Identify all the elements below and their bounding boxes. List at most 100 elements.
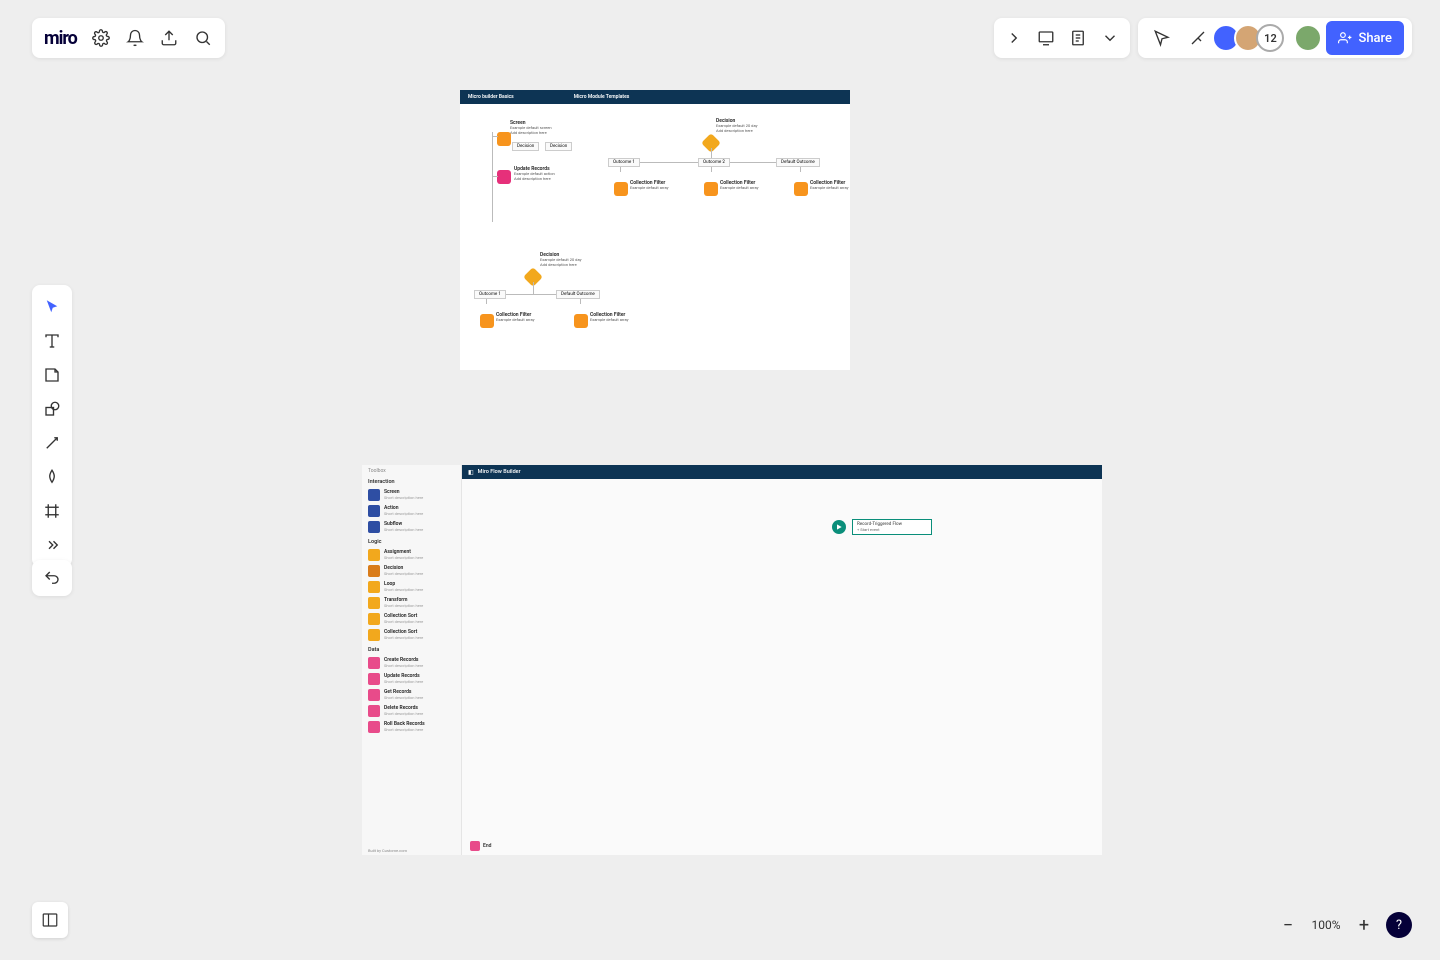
screen-icon[interactable] bbox=[497, 132, 511, 146]
sb-item[interactable]: SubflowShort description here bbox=[362, 519, 461, 535]
help-button[interactable]: ? bbox=[1386, 912, 1412, 938]
loop-icon bbox=[368, 581, 380, 593]
sidebar-cat: Interaction bbox=[362, 475, 461, 487]
outcome-chip[interactable]: Default Outcome bbox=[556, 290, 600, 299]
node-sub: Example default array bbox=[590, 318, 629, 323]
filter-icon[interactable] bbox=[704, 182, 718, 196]
filter-icon[interactable] bbox=[794, 182, 808, 196]
transform-icon bbox=[368, 597, 380, 609]
sb-item[interactable]: TransformShort description here bbox=[362, 595, 461, 611]
node-sub: Add description here bbox=[716, 129, 757, 134]
bottom-right: − 100% + ? bbox=[1276, 912, 1412, 938]
end-label: End bbox=[483, 843, 491, 849]
node-sub: Add description here bbox=[514, 177, 555, 182]
sort-icon bbox=[368, 629, 380, 641]
rollback-icon bbox=[368, 721, 380, 733]
zoom-group: − 100% + bbox=[1276, 913, 1376, 937]
decision-chip[interactable]: Decision bbox=[545, 142, 572, 151]
builder-canvas[interactable]: Record-Triggered Flow + Start event End bbox=[462, 479, 1102, 855]
get-icon bbox=[368, 689, 380, 701]
frame1-header: Micro builder Basics Micro Module Templa… bbox=[460, 90, 850, 104]
decision-chip[interactable]: Decision bbox=[512, 142, 539, 151]
node[interactable]: Collection FilterExample default array bbox=[720, 180, 759, 191]
filter-icon[interactable] bbox=[574, 314, 588, 328]
node[interactable]: Collection FilterExample default array bbox=[590, 312, 629, 323]
screen-icon bbox=[368, 489, 380, 501]
decision-icon bbox=[368, 565, 380, 577]
outcome-chip[interactable]: Outcome 2 bbox=[698, 158, 730, 167]
zoom-out-button[interactable]: − bbox=[1276, 913, 1300, 937]
connector bbox=[533, 282, 534, 294]
sb-sub: Short description here bbox=[384, 695, 423, 700]
delete-icon bbox=[368, 705, 380, 717]
sidebar-cat: Logic bbox=[362, 535, 461, 547]
sb-sub: Short description here bbox=[384, 527, 423, 532]
connector bbox=[492, 136, 498, 137]
sidebar-footer: Built by Custome.com bbox=[368, 848, 407, 853]
outcome-chip[interactable]: Outcome 1 bbox=[608, 158, 640, 167]
zoom-label[interactable]: 100% bbox=[1308, 918, 1344, 932]
panel-toggle[interactable] bbox=[32, 902, 68, 938]
node-sub: Example default array bbox=[720, 186, 759, 191]
sb-sub: Short description here bbox=[384, 635, 423, 640]
sb-sub: Short description here bbox=[384, 571, 423, 576]
node[interactable]: Decision Example default 20 day Add desc… bbox=[540, 252, 581, 268]
sb-item[interactable]: AssignmentShort description here bbox=[362, 547, 461, 563]
assignment-icon bbox=[368, 549, 380, 561]
sidebar-head: Toolbox bbox=[362, 465, 461, 475]
node[interactable]: Screen Example default screen Add descri… bbox=[510, 120, 552, 136]
node-sub: Add description here bbox=[510, 131, 552, 136]
filter-icon[interactable] bbox=[480, 314, 494, 328]
outcome-chip[interactable]: Outcome 1 bbox=[474, 290, 506, 299]
sb-sub: Short description here bbox=[384, 619, 423, 624]
frame-flow-builder[interactable]: Toolbox Interaction ScreenShort descript… bbox=[362, 465, 1102, 855]
sb-item[interactable]: Create RecordsShort description here bbox=[362, 655, 461, 671]
sb-item[interactable]: Delete RecordsShort description here bbox=[362, 703, 461, 719]
update-records-icon[interactable] bbox=[497, 170, 511, 184]
sidebar-cat: Data bbox=[362, 643, 461, 655]
sb-item[interactable]: Roll Back RecordsShort description here bbox=[362, 719, 461, 735]
sb-item[interactable]: Get RecordsShort description here bbox=[362, 687, 461, 703]
frame1-title-right: Micro Module Templates bbox=[574, 94, 630, 100]
sb-item[interactable]: Collection SortShort description here bbox=[362, 627, 461, 643]
sb-item[interactable]: ActionShort description here bbox=[362, 503, 461, 519]
sb-sub: Short description here bbox=[384, 495, 423, 500]
node-sub: Example default array bbox=[630, 186, 669, 191]
node[interactable]: Collection FilterExample default array bbox=[496, 312, 535, 323]
update-icon bbox=[368, 673, 380, 685]
sort-icon bbox=[368, 613, 380, 625]
sb-sub: Short description here bbox=[384, 679, 423, 684]
sb-sub: Short description here bbox=[384, 555, 423, 560]
frame-templates[interactable]: Micro builder Basics Micro Module Templa… bbox=[460, 90, 850, 370]
start-node[interactable]: Record-Triggered Flow + Start event bbox=[832, 519, 932, 535]
start-sub: + Start event bbox=[857, 527, 927, 532]
sb-sub: Short description here bbox=[384, 587, 423, 592]
subflow-icon bbox=[368, 521, 380, 533]
start-card[interactable]: Record-Triggered Flow + Start event bbox=[852, 519, 932, 535]
canvas[interactable]: Micro builder Basics Micro Module Templa… bbox=[0, 0, 1440, 960]
create-icon bbox=[368, 657, 380, 669]
end-node[interactable]: End bbox=[470, 841, 491, 851]
node[interactable]: Collection FilterExample default array bbox=[630, 180, 669, 191]
sb-sub: Short description here bbox=[384, 663, 423, 668]
sb-sub: Short description here bbox=[384, 727, 425, 732]
sb-sub: Short description here bbox=[384, 711, 423, 716]
node[interactable]: Decision Example default 20 day Add desc… bbox=[716, 118, 757, 134]
builder-sidebar: Toolbox Interaction ScreenShort descript… bbox=[362, 465, 462, 855]
zoom-in-button[interactable]: + bbox=[1352, 913, 1376, 937]
filter-icon[interactable] bbox=[614, 182, 628, 196]
sb-item[interactable]: LoopShort description here bbox=[362, 579, 461, 595]
node[interactable]: Collection FilterExample default array bbox=[810, 180, 849, 191]
builder-header: ◧ Miro Flow Builder bbox=[462, 465, 1102, 479]
outcome-chip[interactable]: Default Outcome bbox=[776, 158, 820, 167]
builder-title: Miro Flow Builder bbox=[478, 469, 521, 475]
sb-item[interactable]: ScreenShort description here bbox=[362, 487, 461, 503]
node-sub: Add description here bbox=[540, 263, 581, 268]
sb-item[interactable]: Update RecordsShort description here bbox=[362, 671, 461, 687]
sb-sub: Short description here bbox=[384, 603, 423, 608]
start-icon bbox=[832, 520, 846, 534]
frame1-body: Screen Example default screen Add descri… bbox=[460, 104, 850, 370]
node[interactable]: Update Records Example default action Ad… bbox=[514, 166, 555, 182]
sb-item[interactable]: Collection SortShort description here bbox=[362, 611, 461, 627]
sb-item[interactable]: DecisionShort description here bbox=[362, 563, 461, 579]
